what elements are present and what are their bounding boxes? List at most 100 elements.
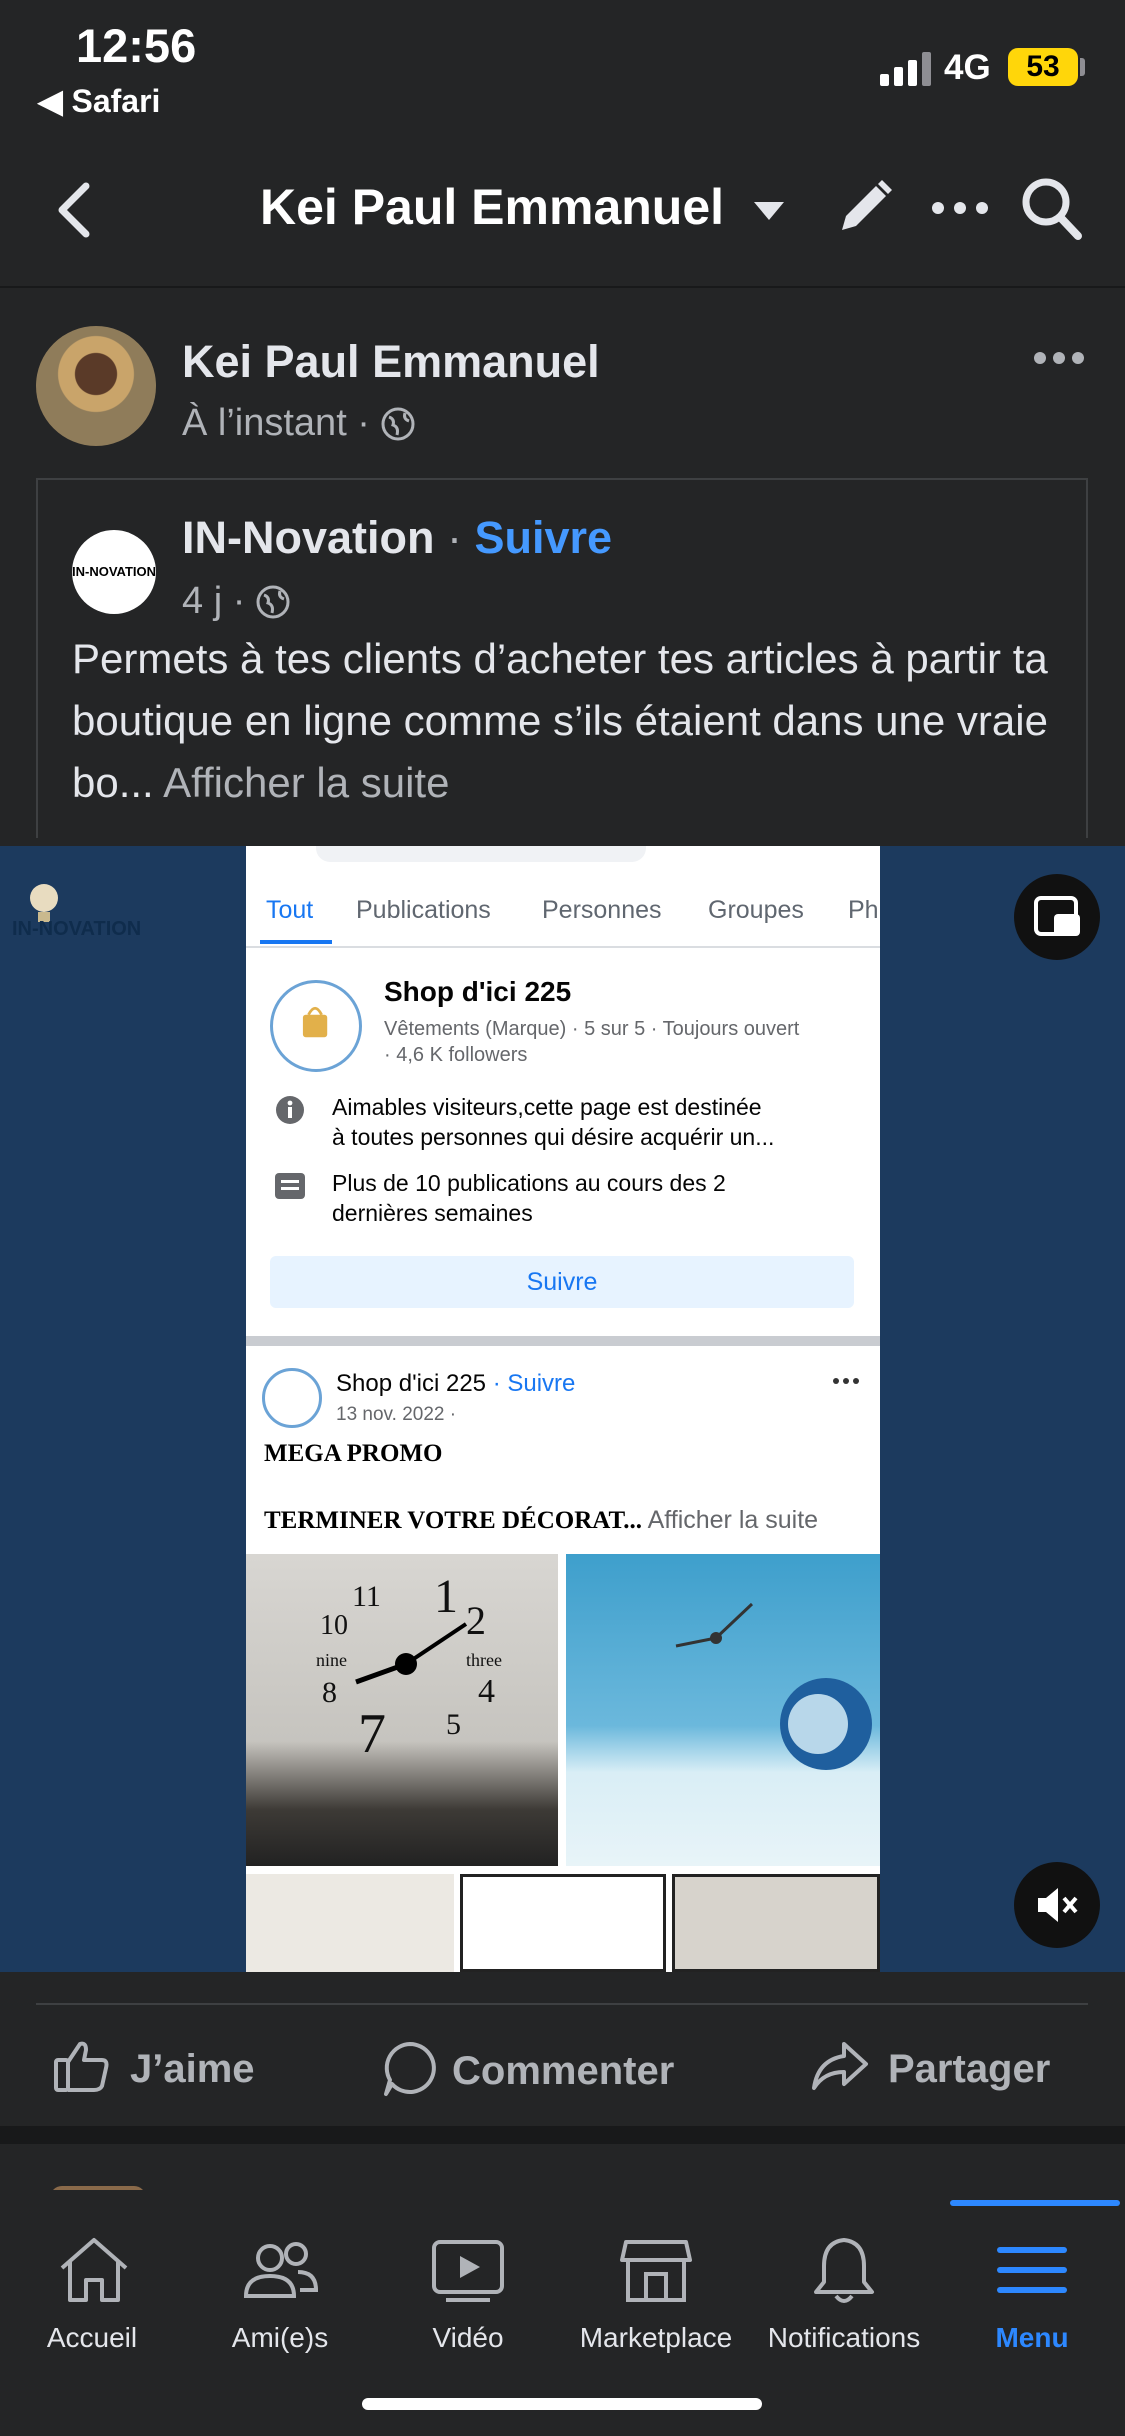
clock-num-1: 1 — [434, 1570, 458, 1623]
nav-menu-label[interactable]: Menu — [938, 2322, 1125, 2354]
home-icon[interactable] — [54, 2230, 134, 2310]
tab-publications: Publications — [356, 896, 491, 924]
page-title[interactable]: Kei Paul Emmanuel — [260, 178, 724, 236]
shared-post-text: Permets à tes clients d’acheter tes arti… — [72, 628, 1082, 814]
post-more-icon[interactable] — [1032, 350, 1086, 366]
lightbulb-logo-icon — [30, 884, 58, 922]
nav-friends-label[interactable]: Ami(e)s — [186, 2322, 374, 2354]
search-icon[interactable] — [1018, 172, 1086, 244]
edit-icon[interactable] — [832, 176, 896, 240]
post-time: À l’instant · — [182, 402, 381, 444]
speaker-muted-icon — [1038, 1888, 1078, 1922]
shared-post-meta: 4 j · — [182, 580, 290, 623]
active-tab-indicator — [950, 2200, 1120, 2206]
post-author-name[interactable]: Kei Paul Emmanuel — [182, 336, 600, 388]
shop-post-avatar — [262, 1368, 322, 1428]
like-button[interactable]: J’aime — [52, 2038, 255, 2094]
signal-icon — [880, 52, 931, 86]
tab-photos: Ph — [848, 896, 879, 924]
nav-video-label[interactable]: Vidéo — [374, 2322, 562, 2354]
clock-num-8: 8 — [322, 1676, 337, 1709]
mute-button[interactable] — [1014, 1862, 1100, 1948]
clock-word-three: three — [466, 1650, 502, 1670]
thumbs-up-icon — [54, 2041, 109, 2092]
follow-link[interactable]: Suivre — [475, 512, 613, 563]
info-line-1: Aimables visiteurs,cette page est destin… — [332, 1094, 762, 1120]
nav-home-label[interactable]: Accueil — [0, 2322, 186, 2354]
posts-icon — [275, 1173, 305, 1199]
back-to-safari-link[interactable]: ◀ Safari — [38, 82, 160, 120]
post-more-icon — [833, 1378, 859, 1384]
shop-post-see-more: Afficher la suite — [642, 1506, 819, 1534]
wall-clock-icon: 11 1 10 2 nine three 8 4 7 5 — [316, 1570, 502, 1765]
clock-photo-5 — [672, 1874, 880, 1972]
posts-line-1: Plus de 10 publications au cours des 2 — [332, 1170, 726, 1196]
shared-post-time: 4 j · — [182, 580, 256, 622]
shop-follow-button: Suivre — [270, 1256, 854, 1308]
shared-page-avatar[interactable]: IN-NOVATION — [72, 530, 156, 614]
clock-photo-2 — [566, 1554, 880, 1866]
battery-icon: 53 — [1008, 48, 1078, 86]
marketplace-icon[interactable] — [616, 2230, 696, 2310]
shop-title: Shop d'ici 225 — [384, 976, 572, 1007]
picture-in-picture-button[interactable] — [1014, 874, 1100, 960]
clock-word-nine: nine — [316, 1650, 347, 1670]
shop-post-title: MEGA PROMO — [264, 1440, 443, 1467]
shopping-bag-icon — [302, 1006, 328, 1038]
menu-icon[interactable] — [992, 2230, 1072, 2310]
clock-photo-3 — [246, 1874, 454, 1972]
shop-post-body: TERMINER VOTRE DÉCORAT... Afficher la su… — [264, 1506, 818, 1535]
info-icon — [276, 1096, 304, 1124]
tab-groups: Groupes — [708, 896, 804, 924]
shared-page-header: IN-Novation · Suivre — [182, 512, 612, 564]
more-options-icon[interactable] — [928, 196, 992, 220]
video-frame-screenshot: Tout Publications Personnes Groupes Ph S… — [246, 846, 880, 1972]
back-button[interactable] — [50, 180, 100, 240]
shop-post-date: 13 nov. 2022 · — [336, 1404, 457, 1425]
shop-post-name: Shop d'ici 225 — [336, 1370, 487, 1397]
posts-line-2: dernières semaines — [332, 1200, 533, 1226]
clock-num-11: 11 — [352, 1580, 381, 1613]
battery-tip — [1080, 58, 1085, 76]
info-line-2: à toutes personnes qui désire acquérir u… — [332, 1124, 775, 1150]
clock-photo-4 — [460, 1874, 666, 1972]
feed-separator — [0, 2126, 1125, 2144]
clock-num-5: 5 — [446, 1708, 461, 1741]
video-icon[interactable] — [428, 2230, 508, 2310]
video-watermark: IN-NOVATION — [12, 918, 142, 940]
shop-followers: · 4,6 K followers — [384, 1044, 528, 1066]
comment-button[interactable]: Commenter — [380, 2038, 674, 2098]
pip-icon — [1034, 896, 1080, 936]
globe-icon — [381, 407, 415, 441]
tab-all: Tout — [266, 896, 314, 924]
header-divider — [0, 286, 1125, 288]
comment-icon — [384, 2042, 436, 2096]
home-indicator — [362, 2398, 762, 2410]
shop-post-header: Shop d'ici 225 · Suivre — [336, 1370, 575, 1398]
shop-meta: Vêtements (Marque) · 5 sur 5 · Toujours … — [384, 1018, 800, 1040]
chevron-down-icon[interactable] — [752, 196, 786, 226]
share-button[interactable]: Partager — [810, 2038, 1050, 2094]
see-more-link[interactable]: Afficher la suite — [163, 759, 449, 806]
shared-page-name[interactable]: IN-Novation — [182, 512, 435, 563]
nav-notifications-label[interactable]: Notifications — [750, 2322, 938, 2354]
actions-divider — [36, 2003, 1088, 2005]
bell-icon[interactable] — [804, 2230, 884, 2310]
network-type: 4G — [944, 48, 991, 87]
status-time: 12:56 — [76, 19, 197, 72]
tab-people: Personnes — [542, 896, 662, 924]
avatar[interactable] — [36, 326, 156, 446]
dot-separator: · — [434, 512, 475, 563]
friends-icon[interactable] — [240, 2230, 320, 2310]
globe-icon — [256, 585, 290, 619]
nav-marketplace-label[interactable]: Marketplace — [562, 2322, 750, 2354]
post-meta: À l’instant · — [182, 402, 415, 445]
wall-clock-icon — [675, 1602, 872, 1770]
shop-avatar — [270, 980, 362, 1072]
shop-post-follow: · Suivre — [486, 1370, 576, 1397]
clock-num-2: 2 — [466, 1598, 486, 1643]
clock-num-4: 4 — [478, 1673, 495, 1710]
shop-post-text: TERMINER VOTRE DÉCORAT... — [264, 1507, 643, 1534]
clock-num-10: 10 — [320, 1610, 348, 1641]
clock-photo-1: 11 1 10 2 nine three 8 4 7 5 — [246, 1554, 558, 1866]
